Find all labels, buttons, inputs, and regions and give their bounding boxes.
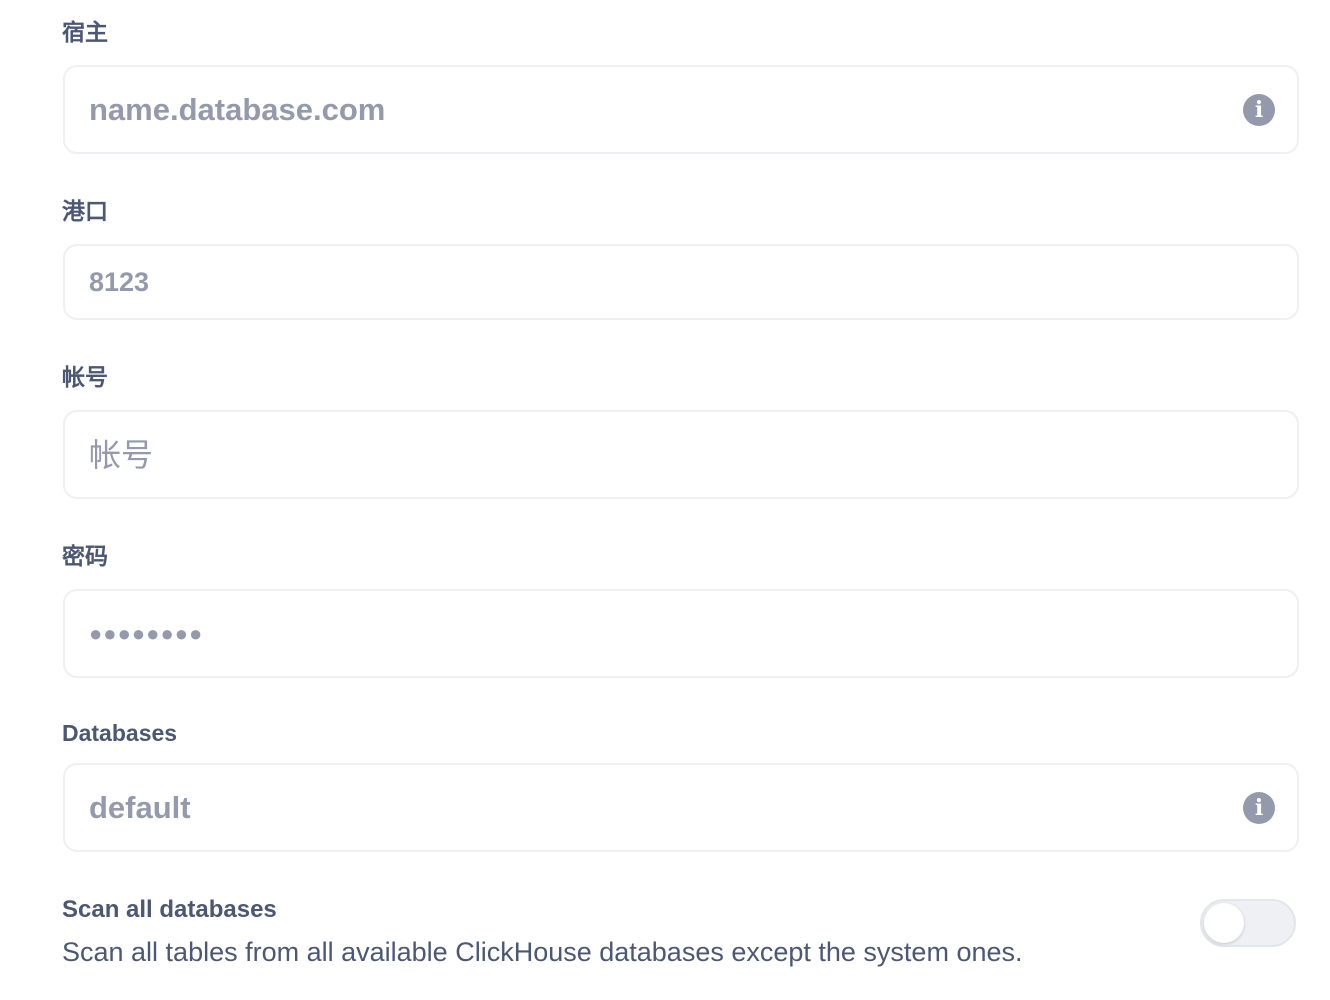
password-label: 密码 bbox=[62, 544, 108, 570]
scan-all-description: Scan all tables from all available Click… bbox=[62, 937, 1023, 967]
databases-field: i bbox=[63, 763, 1299, 852]
scan-all-title: Scan all databases bbox=[62, 896, 277, 923]
info-icon[interactable]: i bbox=[1243, 93, 1275, 126]
host-input[interactable] bbox=[65, 67, 1297, 152]
port-label: 港口 bbox=[62, 199, 108, 225]
scan-all-toggle[interactable] bbox=[1200, 899, 1296, 947]
databases-label: Databases bbox=[62, 720, 178, 746]
toggle-knob bbox=[1204, 903, 1244, 943]
host-label: 宿主 bbox=[62, 20, 108, 46]
port-input[interactable] bbox=[65, 246, 1297, 318]
host-field: i bbox=[63, 65, 1299, 154]
username-input[interactable] bbox=[65, 412, 1297, 497]
username-label: 帐号 bbox=[62, 365, 108, 391]
databases-input[interactable] bbox=[65, 765, 1297, 850]
password-input[interactable] bbox=[65, 591, 1297, 676]
port-field bbox=[63, 244, 1299, 320]
username-field bbox=[63, 410, 1299, 499]
password-field bbox=[63, 589, 1299, 678]
info-icon[interactable]: i bbox=[1243, 791, 1275, 824]
